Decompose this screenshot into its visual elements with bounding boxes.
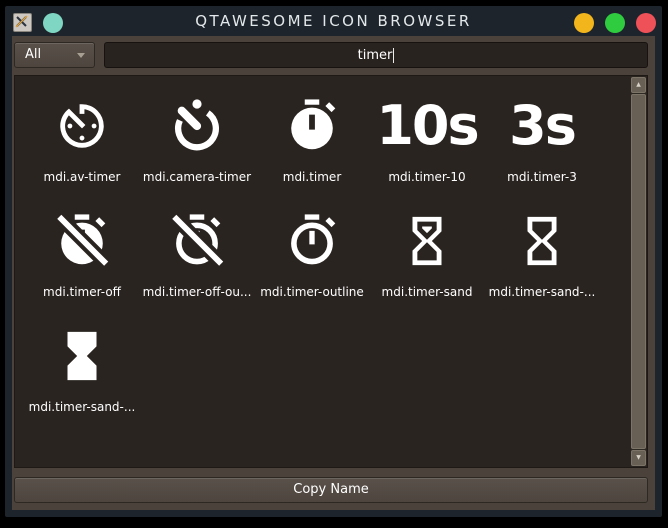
icon-name-label: mdi.timer-outline	[260, 285, 364, 299]
list-item[interactable]: mdi.timer-off	[25, 203, 139, 317]
chevron-down-icon	[77, 53, 85, 58]
search-input-text: timer	[357, 47, 393, 63]
icon-name-label: mdi.timer-10	[388, 170, 466, 184]
scrollbar-thumb[interactable]	[631, 94, 646, 449]
av-timer-icon	[25, 88, 139, 164]
icon-name-label: mdi.timer-sand-...	[28, 400, 136, 414]
list-item[interactable]: mdi.timer-sand-...	[485, 203, 599, 317]
timer-outline-icon	[255, 203, 369, 279]
list-item[interactable]: mdi.timer-outline	[255, 203, 369, 317]
timer-off-outline-icon	[140, 203, 254, 279]
timer-off-icon	[25, 203, 139, 279]
text-cursor	[393, 47, 395, 63]
list-item[interactable]: mdi.timer-off-ou...	[140, 203, 254, 317]
list-item[interactable]: mdi.camera-timer	[140, 88, 254, 202]
scroll-down-button[interactable]: ▼	[631, 450, 646, 466]
font-filter-dropdown[interactable]: All	[14, 42, 95, 68]
icon-name-label: mdi.timer-3	[507, 170, 577, 184]
icon-name-label: mdi.timer-off	[43, 285, 121, 299]
icon-name-label: mdi.av-timer	[43, 170, 121, 184]
app-window: QTAWESOME ICON BROWSER All timer mdi.av-…	[5, 6, 662, 517]
scroll-up-button[interactable]: ▲	[631, 77, 646, 93]
list-item[interactable]: 10s mdi.timer-10	[370, 88, 484, 202]
maximize-button[interactable]	[605, 13, 625, 33]
icon-name-label: mdi.camera-timer	[142, 170, 252, 184]
icon-name-label: mdi.timer-sand-...	[488, 285, 596, 299]
copy-name-button[interactable]: Copy Name	[14, 477, 648, 503]
camera-timer-icon	[140, 88, 254, 164]
icon-name-label: mdi.timer-sand	[381, 285, 473, 299]
timer-icon	[255, 88, 369, 164]
icon-name-label: mdi.timer-off-ou...	[142, 285, 252, 299]
timer-sand-empty-icon	[485, 203, 599, 279]
icon-name-label: mdi.timer	[282, 170, 342, 184]
timer-3-icon: 3s	[509, 94, 577, 157]
font-filter-value: All	[25, 47, 42, 62]
list-item[interactable]: 3s mdi.timer-3	[485, 88, 599, 202]
list-item[interactable]: mdi.timer	[255, 88, 369, 202]
search-input[interactable]: timer	[104, 42, 648, 68]
close-button[interactable]	[636, 13, 656, 33]
title-bar[interactable]: QTAWESOME ICON BROWSER	[5, 6, 662, 36]
vertical-scrollbar[interactable]: ▲ ▼	[631, 77, 646, 466]
list-item[interactable]: mdi.timer-sand-...	[25, 318, 139, 432]
window-title: QTAWESOME ICON BROWSER	[195, 12, 472, 30]
timer-sand-icon	[370, 203, 484, 279]
timer-sand-full-icon	[25, 318, 139, 394]
list-item[interactable]: mdi.timer-sand	[370, 203, 484, 317]
main-content: All timer mdi.av-timer mdi.camera-timer …	[12, 36, 655, 510]
list-item[interactable]: mdi.av-timer	[25, 88, 139, 202]
icon-grid: mdi.av-timer mdi.camera-timer mdi.timer …	[14, 75, 648, 468]
minimize-button[interactable]	[574, 13, 594, 33]
timer-10-icon: 10s	[376, 94, 479, 157]
